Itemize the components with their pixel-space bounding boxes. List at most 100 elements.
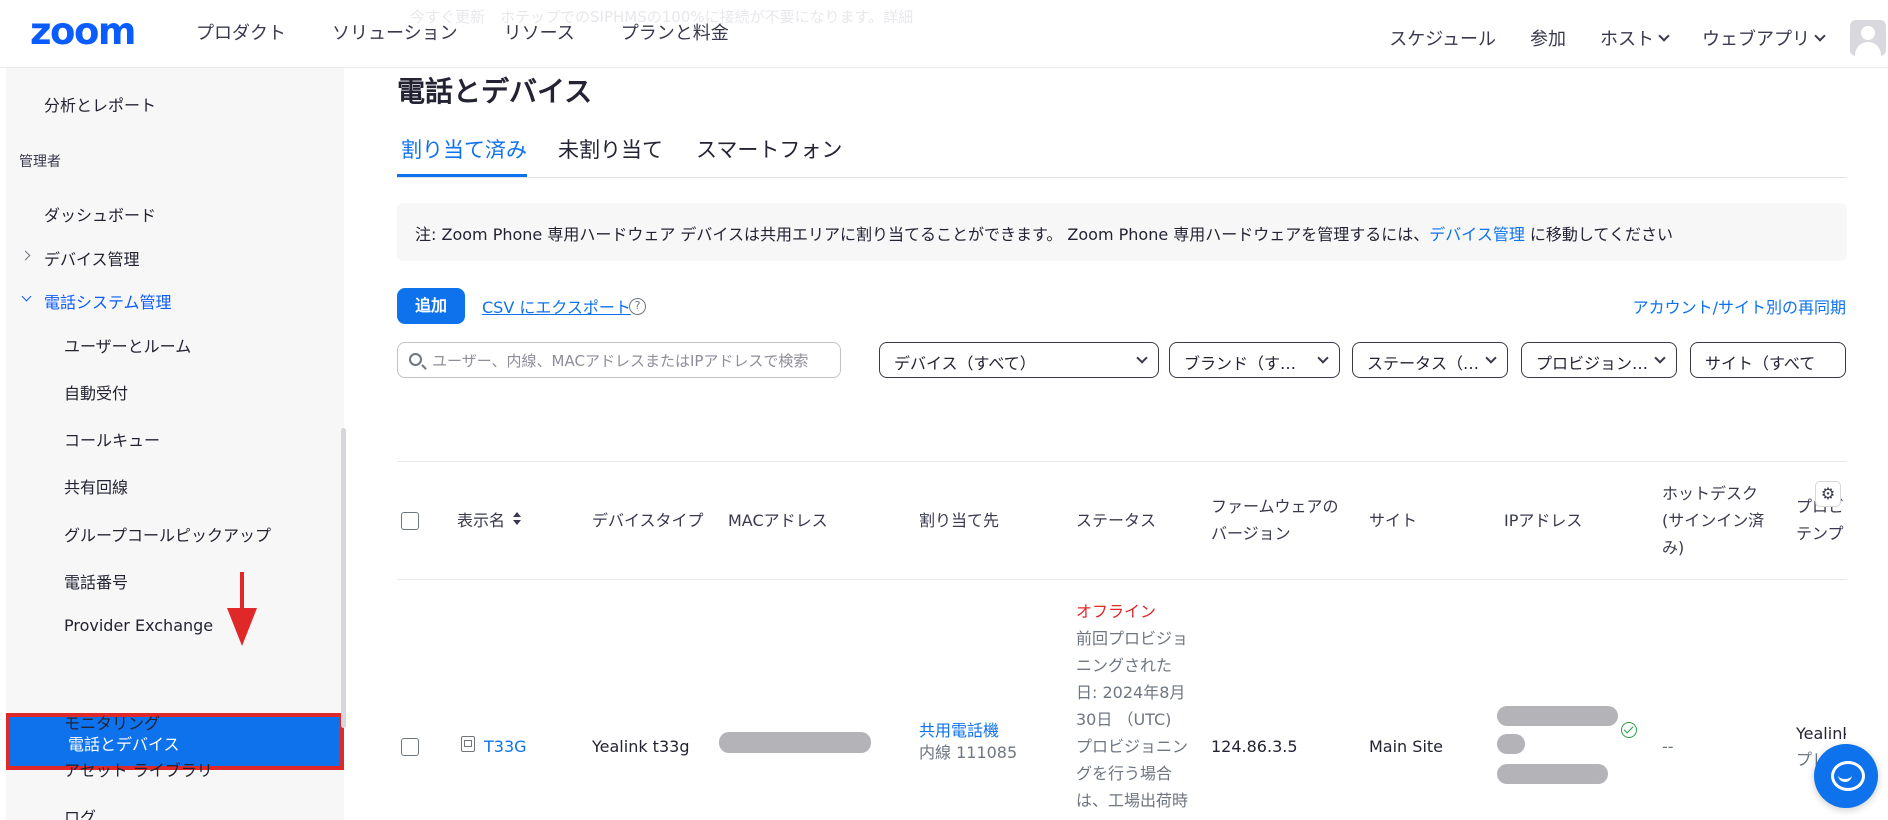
check-circle-icon [1621,722,1637,738]
row-hotdesk: -- [1662,737,1674,756]
nav-schedule-label: スケジュール [1389,29,1496,50]
sidebar-item-asset-library[interactable]: アセット ライブラリ [64,757,213,781]
row-status-offline: オフライン [1076,602,1157,621]
sidebar-item-device-management[interactable]: デバイス管理 [44,246,140,270]
sidebar-scrollbar[interactable] [341,428,346,728]
sidebar-item-dashboard[interactable]: ダッシュボード [44,202,156,226]
info-note: 注: Zoom Phone 専用ハードウェア デバイスは共用エリアに割り当てるこ… [397,203,1847,261]
nav-resources[interactable]: リソース [504,19,575,45]
user-avatar-icon[interactable] [1850,20,1886,56]
nav-host-dropdown[interactable]: ホスト [1600,25,1670,51]
column-mac-address: MACアドレス [728,511,828,530]
sidebar-item-monitoring-row[interactable]: モニタリング [64,710,160,734]
sidebar-item-call-queue[interactable]: コールキュー [64,427,160,451]
nav-solutions[interactable]: ソリューション [332,19,458,45]
row-status-detail-6: グを行う場合 [1076,764,1173,783]
table-top-border [397,461,1847,462]
row-device-type: Yealink t33g [592,737,690,756]
nav-webapp-label: ウェブアプリ [1702,29,1810,50]
page-title: 電話とデバイス [397,75,593,108]
column-hotdesk-line1: ホットデスク [1662,484,1759,503]
note-text: 注: Zoom Phone 専用ハードウェア デバイスは共用エリアに割り当てるこ… [415,225,1430,244]
secondary-nav: スケジュール 参加 ホスト ウェブアプリ [1355,20,1888,56]
chat-support-icon[interactable] [1814,744,1878,808]
sidebar-item-users-rooms[interactable]: ユーザーとルーム [64,333,191,357]
search-input[interactable] [432,349,832,373]
top-navigation-bar: 今すぐ更新 ホテップでのSIPHMSの100%に接続が不要になります。詳細 zo… [0,0,1888,68]
column-status: ステータス [1076,511,1157,530]
chevron-down-icon [1814,29,1826,42]
column-ip-address: IPアドレス [1504,511,1583,530]
sidebar-item-reports[interactable]: 分析とレポート [44,92,156,116]
tab-smartphone[interactable]: スマートフォン [696,134,842,164]
row-checkbox[interactable] [401,738,419,756]
chevron-down-icon [1136,352,1148,364]
brand-filter-dropdown[interactable]: ブランド（す… [1169,342,1340,378]
tab-bar: 割り当て済み 未割り当て スマートフォン [397,130,1847,178]
device-filter-dropdown[interactable]: デバイス（すべて） [879,342,1159,378]
chevron-down-icon [1658,29,1670,42]
export-csv-link[interactable]: CSV にエクスポート [482,294,631,318]
row-status-detail-3: 日: 2024年8月 [1076,683,1186,702]
redacted-ip-address-2 [1497,734,1525,754]
nav-schedule[interactable]: スケジュール [1389,25,1496,51]
resync-by-account-site-link[interactable]: アカウント/サイト別の再同期 [1633,294,1846,318]
table-header-border [397,579,1847,580]
status-filter-dropdown[interactable]: ステータス（… [1352,342,1508,378]
row-display-name-link[interactable]: T33G [484,733,527,760]
search-icon [409,353,422,366]
chevron-right-icon[interactable] [20,250,31,261]
nav-webapp-dropdown[interactable]: ウェブアプリ [1702,25,1826,51]
redacted-mac-address [719,732,871,753]
row-site: Main Site [1369,737,1443,756]
nav-plans-pricing[interactable]: プランと料金 [621,19,729,45]
active-tab-indicator [397,174,527,177]
column-hotdesk-line2: (サインイン済 [1662,511,1765,530]
primary-nav: プロダクト ソリューション リソース プランと料金 [196,19,775,45]
sidebar-item-shared-lines[interactable]: 共有回線 [64,474,128,498]
sidebar-item-phone-numbers[interactable]: 電話番号 [64,569,128,593]
row-status-detail-2: ニングされた [1076,656,1173,675]
sidebar-item-group-call-pickup[interactable]: グループコールピックアップ [64,522,271,546]
sidebar-item-phone-system-management[interactable]: 電話システム管理 [44,289,172,313]
column-site: サイト [1369,511,1418,530]
nav-products[interactable]: プロダクト [196,19,286,45]
sidebar-item-auto-receptionist[interactable]: 自動受付 [64,380,128,404]
row-status-detail-1: 前回プロビジョ [1076,629,1189,648]
row-extension: 内線 111085 [919,743,1018,762]
chevron-down-icon[interactable] [21,291,32,302]
select-all-checkbox[interactable] [401,512,419,530]
sidebar-item-phones-devices-label: 電話とデバイス [68,735,180,754]
nav-join[interactable]: 参加 [1530,25,1566,51]
search-field[interactable] [397,342,841,378]
tab-assigned[interactable]: 割り当て済み [401,134,527,164]
column-settings-gear-icon[interactable]: ⚙ [1815,481,1841,507]
provisioning-filter-value: プロビジョン… [1536,354,1649,373]
add-button[interactable]: 追加 [397,288,465,324]
device-filter-value: デバイス（すべて） [894,354,1036,373]
sort-icon[interactable] [513,512,521,528]
zoom-logo[interactable]: zoom [30,10,136,53]
row-template-line1: Yealink [1796,724,1846,743]
brand-filter-value: ブランド（す… [1184,354,1297,373]
column-assigned-to: 割り当て先 [919,511,1000,530]
help-icon[interactable]: ? [629,298,646,315]
sidebar-item-provider-exchange[interactable]: Provider Exchange [64,616,213,635]
desk-phone-icon [461,736,475,752]
site-filter-dropdown[interactable]: サイト（すべて [1690,342,1846,378]
site-filter-value: サイト（すべて [1705,354,1816,373]
annotation-arrow-icon [227,608,257,646]
row-firmware-version: 124.86.3.5 [1211,737,1298,756]
column-firmware-line1: ファームウェアの [1211,497,1339,516]
chevron-down-icon [1317,352,1329,364]
column-device-type: デバイスタイプ [592,511,704,530]
column-display-name[interactable]: 表示名 [457,508,505,534]
sidebar-item-logs[interactable]: ログ [64,804,96,820]
redacted-ip-address-1 [1497,706,1618,726]
tab-unassigned[interactable]: 未割り当て [558,134,663,164]
chevron-down-icon [1485,352,1497,364]
chevron-down-icon [1654,352,1666,364]
device-management-link[interactable]: デバイス管理 [1429,225,1525,244]
provisioning-filter-dropdown[interactable]: プロビジョン… [1521,342,1677,378]
redacted-ip-address-3 [1497,764,1608,784]
